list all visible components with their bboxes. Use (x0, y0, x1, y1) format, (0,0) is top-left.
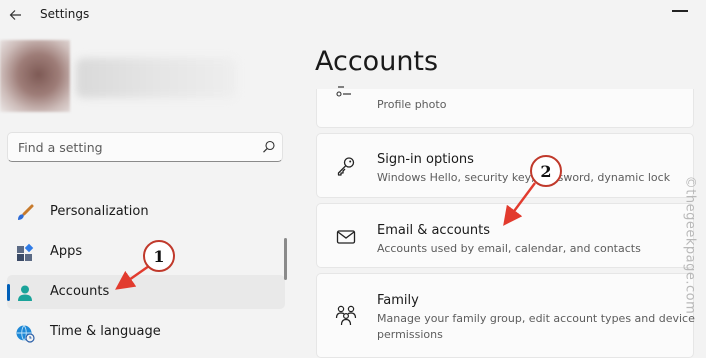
sidebar-item-label: Accounts (50, 284, 110, 299)
sidebar: Personalization Apps Accounts Time & lan… (0, 30, 300, 350)
search-input[interactable] (18, 138, 253, 156)
profile-photo-icon (336, 86, 351, 97)
card-description-line2: permissions (377, 328, 443, 341)
sidebar-item-personalization[interactable]: Personalization (7, 195, 285, 229)
annotation-marker-2: 2 (530, 155, 562, 187)
key-icon (337, 157, 355, 176)
card-description: Accounts used by email, calendar, and co… (377, 242, 641, 255)
profile-card[interactable] (0, 40, 240, 112)
family-icon (335, 305, 357, 326)
family-card[interactable]: Family Manage your family group, edit ac… (316, 273, 695, 358)
globe-clock-icon (16, 325, 35, 343)
sidebar-item-label: Personalization (50, 204, 149, 219)
watermark: ©thegeekpage.com (682, 175, 698, 315)
back-arrow-icon[interactable] (6, 5, 26, 25)
sidebar-item-label: Apps (50, 244, 83, 259)
person-icon (18, 285, 32, 301)
sidebar-item-time-language[interactable]: Time & language (7, 315, 285, 349)
card-title: Family (377, 293, 419, 308)
avatar (0, 40, 70, 112)
card-description: Windows Hello, security key, password, d… (377, 171, 671, 184)
card-title: Sign-in options (377, 152, 474, 167)
search-icon[interactable] (262, 140, 276, 154)
minimize-icon[interactable] (672, 10, 688, 12)
search-box (7, 132, 283, 162)
annotation-marker-1: 1 (143, 240, 175, 272)
card-description: Profile photo (377, 98, 447, 111)
profile-photo-card[interactable]: Profile photo (316, 86, 694, 128)
apps-icon (17, 243, 34, 261)
sidebar-item-accounts[interactable]: Accounts (7, 275, 285, 309)
selection-indicator (7, 284, 10, 301)
sidebar-item-label: Time & language (50, 324, 161, 339)
mail-icon (336, 230, 356, 244)
card-description: Manage your family group, edit account t… (377, 312, 695, 325)
sidebar-scrollbar[interactable] (284, 238, 287, 280)
email-accounts-card[interactable]: Email & accounts Accounts used by email,… (316, 203, 694, 268)
brush-icon (18, 204, 34, 220)
page-title: Accounts (315, 46, 439, 77)
sign-in-options-card[interactable]: Sign-in options Windows Hello, security … (316, 133, 694, 198)
window-title: Settings (40, 7, 90, 21)
title-bar: Settings (0, 0, 706, 30)
card-title: Email & accounts (377, 223, 491, 238)
profile-name-blurred (76, 58, 236, 98)
